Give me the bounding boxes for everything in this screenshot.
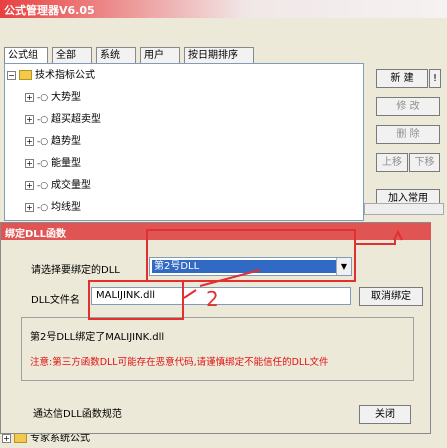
- main-titlebar: 公式管理器V6.05: [0, 0, 447, 18]
- move-up-button[interactable]: 上移: [376, 153, 408, 172]
- formula-icon: -○: [37, 159, 49, 169]
- expand-icon[interactable]: +: [25, 158, 34, 168]
- expand-icon[interactable]: +: [25, 180, 34, 190]
- formula-icon: -○: [37, 137, 49, 147]
- expand-icon[interactable]: +: [25, 114, 34, 124]
- tab-all[interactable]: 全部: [52, 47, 92, 63]
- expand-icon[interactable]: +: [25, 136, 34, 146]
- formula-tree[interactable]: − 技术指标公式 + -○ 大势型 + -○ 超买超卖型 + -○ 趋势型 + -○ 能量型 + -…: [4, 63, 364, 221]
- spec-link[interactable]: 通达信DLL函数规范: [33, 405, 122, 420]
- delete-button[interactable]: 删 除: [376, 125, 440, 144]
- formula-icon: -○: [37, 203, 49, 213]
- close-button[interactable]: 关闭: [359, 405, 411, 424]
- tab-system[interactable]: 系统: [96, 47, 136, 63]
- dialog-title: 绑定DLL函数: [5, 229, 67, 240]
- expand-icon[interactable]: +: [25, 202, 34, 212]
- expand-icon[interactable]: +: [25, 92, 34, 102]
- tree-item[interactable]: + -○ 能量型: [25, 156, 81, 171]
- formula-icon: -○: [37, 93, 49, 103]
- new-button[interactable]: 新 建: [376, 69, 428, 88]
- info-panel: 第2号DLL绑定了MALIJINK.dll 注意:第三方函数DLL可能存在恶意代…: [21, 317, 414, 381]
- tree-item[interactable]: + -○ 趋势型: [25, 134, 81, 149]
- formula-icon: -○: [37, 181, 49, 191]
- tree-item[interactable]: + -○ 大势型: [25, 90, 81, 105]
- tab-by-date[interactable]: 按日期排序: [184, 47, 254, 63]
- info-button[interactable]: !: [429, 69, 441, 88]
- tab-formula-group[interactable]: 公式组: [4, 47, 48, 64]
- move-down-button[interactable]: 下移: [409, 153, 440, 172]
- annotation-box-filename: [88, 280, 184, 320]
- dll-filename-label: DLL文件名: [31, 295, 80, 306]
- tree-root-technical[interactable]: − 技术指标公式: [7, 68, 95, 83]
- horizontal-scrollbar[interactable]: [364, 203, 444, 215]
- folder-icon: [19, 70, 32, 80]
- formula-icon: -○: [37, 115, 49, 125]
- tab-user[interactable]: 用户: [140, 47, 180, 63]
- tree-item[interactable]: + -○ 均线型: [25, 200, 81, 215]
- expand-icon[interactable]: +: [2, 433, 11, 443]
- folder-icon: [14, 433, 27, 443]
- annotation-box-select: [146, 229, 356, 282]
- tree-item[interactable]: + -○ 超买超卖型: [25, 112, 101, 127]
- window-title: 公式管理器V6.05: [4, 4, 95, 17]
- collapse-icon[interactable]: −: [7, 70, 16, 80]
- select-dll-label: 请选择要绑定的DLL: [31, 265, 120, 276]
- cancel-bind-button[interactable]: 取消绑定: [359, 287, 423, 306]
- edit-button[interactable]: 修 改: [376, 97, 440, 116]
- warning-note: 注意:第三方函数DLL可能存在恶意代码,请谨慎绑定不能信任的DLL文件: [30, 357, 329, 368]
- tree-item[interactable]: + -○ 成交量型: [25, 178, 91, 193]
- bind-status: 第2号DLL绑定了MALIJINK.dll: [30, 332, 165, 343]
